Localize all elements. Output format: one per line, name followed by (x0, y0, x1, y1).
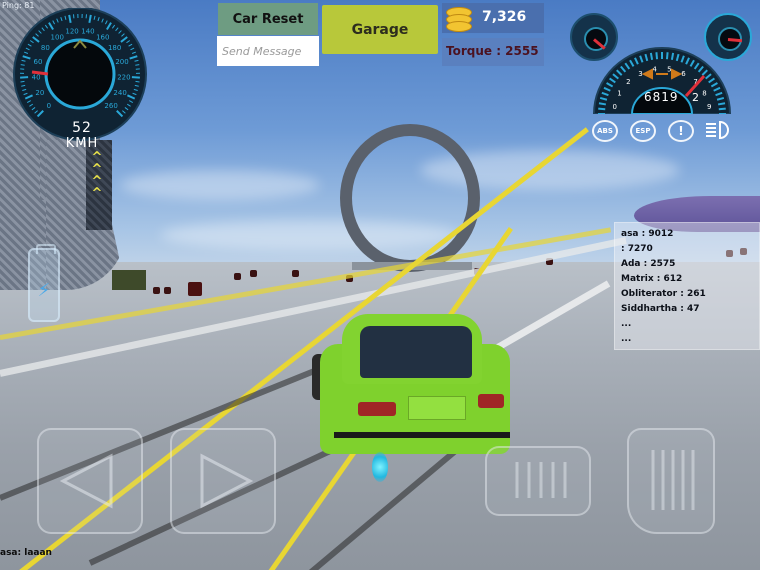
speed-tick-label: 120 (65, 28, 78, 36)
speed-tick-label: 200 (115, 58, 128, 66)
gas-pedal-button[interactable] (627, 428, 715, 534)
speed-tick-label: 220 (117, 74, 130, 82)
leaderboard-row: ... (621, 334, 632, 344)
speed-needle (31, 70, 49, 76)
esp-icon: ESP (630, 120, 656, 142)
obstacle-cube (292, 270, 299, 277)
speed-tick (20, 64, 25, 66)
torque-display: Torque : 2555 (442, 38, 544, 66)
gear-value: 2 (692, 91, 699, 104)
leaderboard-row: : 7270 (621, 244, 653, 254)
car-tail-light (358, 402, 396, 416)
speedometer: 0 20 40 60 80 100 120 140 160 180 200 220 240 260 52 … (8, 7, 152, 151)
steer-left-button[interactable] (37, 428, 143, 534)
nitro-flame (372, 452, 388, 482)
chat-message: asa: laaan (0, 548, 52, 558)
car-license-plate (408, 396, 466, 420)
rpm-tick-label: 0 (612, 103, 616, 111)
rpm-tick-label: 6 (681, 70, 686, 78)
rpm-tick (649, 52, 654, 61)
rpm-tick-label: 8 (702, 90, 706, 98)
steer-right-button[interactable] (170, 428, 276, 534)
obstacle-cube (164, 287, 171, 294)
lightning-icon: ⚡ (37, 280, 51, 301)
speed-unit: KMH (65, 136, 99, 151)
speed-tick-label: 60 (34, 58, 43, 66)
loop-track (340, 124, 480, 272)
obstacle-cube (153, 287, 160, 294)
coins-value: 7,326 (482, 9, 527, 25)
brake-pedal-button[interactable] (485, 446, 591, 516)
rpm-tick (598, 107, 606, 111)
cloud (120, 170, 320, 200)
rpm-tick (670, 52, 675, 61)
rpm-tick (655, 52, 659, 60)
hedge (112, 270, 146, 290)
speed-tick (135, 80, 140, 83)
rpm-tick-label: 2 (626, 78, 630, 86)
speed-tick-label: 240 (113, 89, 126, 97)
leaderboard-row: ... (621, 319, 632, 329)
obstacle-cube (234, 273, 241, 280)
torque-value: Torque : 2555 (446, 44, 539, 58)
obstacle-cube (188, 282, 202, 296)
rpm-tick-label: 4 (652, 66, 657, 74)
arrow-left-icon (59, 453, 113, 509)
obstacle-cube (250, 270, 257, 277)
gas-pedal-icon (651, 450, 695, 510)
speed-tick-label: 160 (96, 33, 109, 41)
leaderboard-row: asa : 9012 (621, 229, 674, 239)
speed-tick-label: 100 (51, 33, 64, 41)
rpm-tick (598, 102, 607, 106)
car-reset-button[interactable]: Car Reset (218, 3, 318, 35)
speed-tick-label: 40 (32, 74, 41, 82)
speed-tick-label: 80 (41, 44, 50, 52)
rpm-tick-label: 5 (667, 66, 671, 74)
speed-tick-label: 0 (47, 102, 51, 110)
boost-chevrons-icon: ^ ^ ^ ^ (91, 150, 103, 201)
rpm-value: 6819 (644, 90, 679, 104)
leaderboard: asa : 9012 : 7270 Ada : 2575 Matrix : 61… (614, 222, 760, 350)
rpm-tick (665, 52, 669, 60)
leaderboard-row: Matrix : 612 (621, 274, 683, 284)
speed-tick (88, 14, 92, 24)
coins-icon (444, 5, 474, 33)
coins-display: 7,326 (442, 3, 544, 33)
leaderboard-row: Ada : 2575 (621, 259, 676, 269)
rpm-tick-label: 9 (707, 103, 711, 111)
abs-icon: ABS (592, 120, 618, 142)
speed-tick-label: 140 (81, 28, 94, 36)
car-rear-window (360, 326, 472, 378)
rpm-tick-label: 1 (617, 90, 621, 98)
speed-tick (135, 64, 140, 66)
warning-icon: ! (668, 120, 694, 142)
speed-tick-label: 260 (104, 102, 117, 110)
leaderboard-row: Obliterator : 261 (621, 289, 706, 299)
arrow-right-icon (200, 453, 254, 509)
send-message-input[interactable] (217, 36, 319, 66)
leaderboard-row: Siddhartha : 47 (621, 304, 700, 314)
speed-tick-label: 20 (35, 89, 44, 97)
car-bumper (334, 432, 510, 438)
rpm-tick (717, 102, 726, 106)
speed-tick-label: 180 (108, 44, 121, 52)
garage-button[interactable]: Garage (322, 5, 438, 54)
speed-tick (68, 14, 72, 24)
headlight-icon[interactable] (704, 119, 734, 141)
brake-pedal-icon (515, 462, 567, 498)
speed-value: 52 (72, 120, 92, 136)
player-car (312, 314, 512, 464)
nitro-button[interactable]: ⚡ (28, 248, 60, 322)
speed-tick (20, 80, 25, 83)
car-tail-light (478, 394, 504, 408)
rpm-tick (718, 107, 726, 111)
